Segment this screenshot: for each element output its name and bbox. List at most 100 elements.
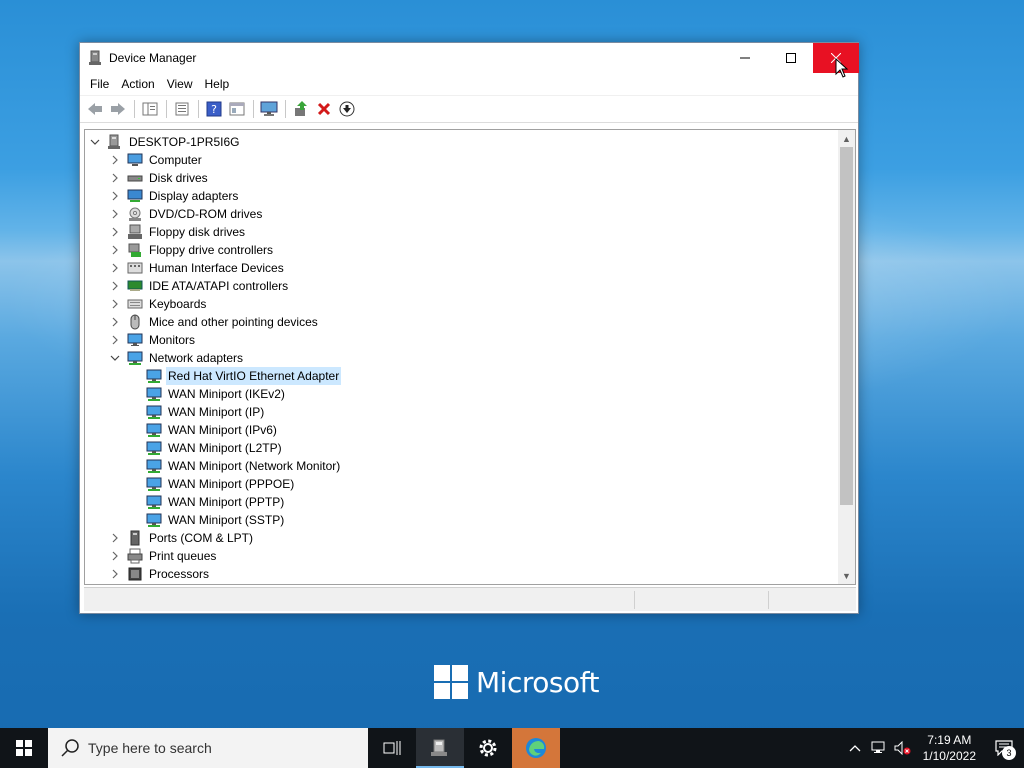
forward-icon[interactable] xyxy=(107,98,129,120)
tree-category[interactable]: Computer xyxy=(109,151,204,169)
tree-category[interactable]: Ports (COM & LPT) xyxy=(109,529,255,547)
menu-view[interactable]: View xyxy=(161,73,199,95)
tree-device[interactable]: WAN Miniport (PPTP) xyxy=(146,493,286,511)
chevron-right-icon[interactable] xyxy=(109,209,121,219)
task-view-button[interactable] xyxy=(368,728,416,768)
start-button[interactable] xyxy=(0,728,48,768)
chevron-right-icon[interactable] xyxy=(109,281,121,291)
update-driver-icon[interactable] xyxy=(290,98,312,120)
back-icon[interactable] xyxy=(84,98,106,120)
action-center-button[interactable]: 3 xyxy=(984,728,1024,768)
notification-count-badge: 3 xyxy=(1002,746,1016,760)
chevron-right-icon[interactable] xyxy=(109,227,121,237)
tree-category[interactable]: Monitors xyxy=(109,331,197,349)
menu-action[interactable]: Action xyxy=(115,73,160,95)
tree-item-label: Processors xyxy=(149,567,210,581)
taskbar-settings[interactable] xyxy=(464,728,512,768)
microsoft-wordmark: Microsoft xyxy=(476,665,599,699)
disable-device-icon[interactable] xyxy=(336,98,358,120)
tree-category[interactable]: Mice and other pointing devices xyxy=(109,313,320,331)
scroll-up-button[interactable]: ▲ xyxy=(838,130,855,147)
tree-device[interactable]: WAN Miniport (IP) xyxy=(146,403,266,421)
chevron-right-icon[interactable] xyxy=(109,299,121,309)
tree-device[interactable]: WAN Miniport (Network Monitor) xyxy=(146,457,342,475)
properties-icon[interactable] xyxy=(171,98,193,120)
tree-category[interactable]: Floppy drive controllers xyxy=(109,241,275,259)
chevron-right-icon[interactable] xyxy=(109,335,121,345)
tree-root[interactable]: DESKTOP-1PR5I6G xyxy=(89,133,241,151)
mouse-icon xyxy=(127,314,143,330)
tree-category[interactable]: Floppy disk drives xyxy=(109,223,247,241)
tree-category[interactable]: Keyboards xyxy=(109,295,208,313)
chevron-right-icon[interactable] xyxy=(109,551,121,561)
toolbar: ? xyxy=(80,95,858,123)
menu-help[interactable]: Help xyxy=(199,73,236,95)
tree-device[interactable]: WAN Miniport (IPv6) xyxy=(146,421,279,439)
port-icon xyxy=(127,530,143,546)
taskbar-search-box[interactable]: Type here to search xyxy=(48,728,368,768)
tree-item-label: WAN Miniport (IKEv2) xyxy=(168,387,285,401)
status-divider xyxy=(634,591,635,609)
chevron-down-icon[interactable] xyxy=(109,353,121,363)
child-net-icon xyxy=(146,368,162,384)
child-net-icon xyxy=(146,512,162,528)
display-adapter-icon xyxy=(127,188,143,204)
tree-category[interactable]: Print queues xyxy=(109,547,218,565)
tree-device[interactable]: WAN Miniport (PPPOE) xyxy=(146,475,296,493)
clock[interactable]: 7:19 AM 1/10/2022 xyxy=(915,732,984,764)
scroll-down-button[interactable]: ▼ xyxy=(838,567,855,584)
minimize-button[interactable] xyxy=(722,43,768,73)
chevron-right-icon[interactable] xyxy=(109,245,121,255)
tree-category[interactable]: Network adapters xyxy=(109,349,245,367)
windows-start-icon xyxy=(16,740,32,756)
scroll-thumb[interactable] xyxy=(840,147,853,505)
toolbar-separator xyxy=(285,100,286,118)
chevron-right-icon[interactable] xyxy=(109,191,121,201)
vertical-scrollbar[interactable]: ▲ ▼ xyxy=(838,130,855,584)
help-icon[interactable]: ? xyxy=(203,98,225,120)
tree-item-label: DVD/CD-ROM drives xyxy=(149,207,263,221)
device-tree[interactable]: ▲ ▼ DESKTOP-1PR5I6G Computer Disk drives Di… xyxy=(84,129,856,585)
maximize-button[interactable] xyxy=(768,43,814,73)
root-icon xyxy=(107,134,123,150)
tree-category[interactable]: DVD/CD-ROM drives xyxy=(109,205,264,223)
tree-device[interactable]: WAN Miniport (IKEv2) xyxy=(146,385,287,403)
chevron-right-icon[interactable] xyxy=(109,569,121,579)
child-net-icon xyxy=(146,422,162,438)
chevron-right-icon[interactable] xyxy=(109,317,121,327)
hid-icon xyxy=(127,260,143,276)
search-placeholder: Type here to search xyxy=(88,740,212,756)
chevron-up-icon[interactable] xyxy=(843,728,867,768)
uninstall-icon[interactable] xyxy=(313,98,335,120)
tree-category[interactable]: Disk drives xyxy=(109,169,210,187)
monitor-icon[interactable] xyxy=(258,98,280,120)
chevron-right-icon[interactable] xyxy=(109,155,121,165)
show-hide-console-tree-icon[interactable] xyxy=(139,98,161,120)
taskbar-edge[interactable] xyxy=(512,728,560,768)
tree-device[interactable]: WAN Miniport (SSTP) xyxy=(146,511,286,529)
tree-category[interactable]: Processors xyxy=(109,565,211,583)
floppy-controller-icon xyxy=(127,242,143,258)
tree-category[interactable]: Display adapters xyxy=(109,187,240,205)
tree-category[interactable]: Human Interface Devices xyxy=(109,259,286,277)
network-icon[interactable] xyxy=(867,728,891,768)
chevron-down-icon[interactable] xyxy=(89,137,101,147)
tree-category[interactable]: IDE ATA/ATAPI controllers xyxy=(109,277,290,295)
title-bar[interactable]: Device Manager xyxy=(80,43,859,73)
device-manager-taskbar-icon xyxy=(431,739,447,756)
svg-text:?: ? xyxy=(211,103,217,116)
toolbar-separator xyxy=(134,100,135,118)
volume-muted-icon[interactable] xyxy=(891,728,915,768)
toolbar-separator xyxy=(166,100,167,118)
tree-device[interactable]: WAN Miniport (L2TP) xyxy=(146,439,284,457)
dvd-drive-icon xyxy=(127,206,143,222)
chevron-right-icon[interactable] xyxy=(109,533,121,543)
tree-device[interactable]: Red Hat VirtIO Ethernet Adapter xyxy=(146,367,342,385)
menu-file[interactable]: File xyxy=(84,73,115,95)
toolbar-separator xyxy=(253,100,254,118)
chevron-right-icon[interactable] xyxy=(109,263,121,273)
taskbar-device-manager[interactable] xyxy=(416,728,464,768)
chevron-right-icon[interactable] xyxy=(109,173,121,183)
view-icon[interactable] xyxy=(226,98,248,120)
device-manager-app-icon xyxy=(88,50,104,66)
